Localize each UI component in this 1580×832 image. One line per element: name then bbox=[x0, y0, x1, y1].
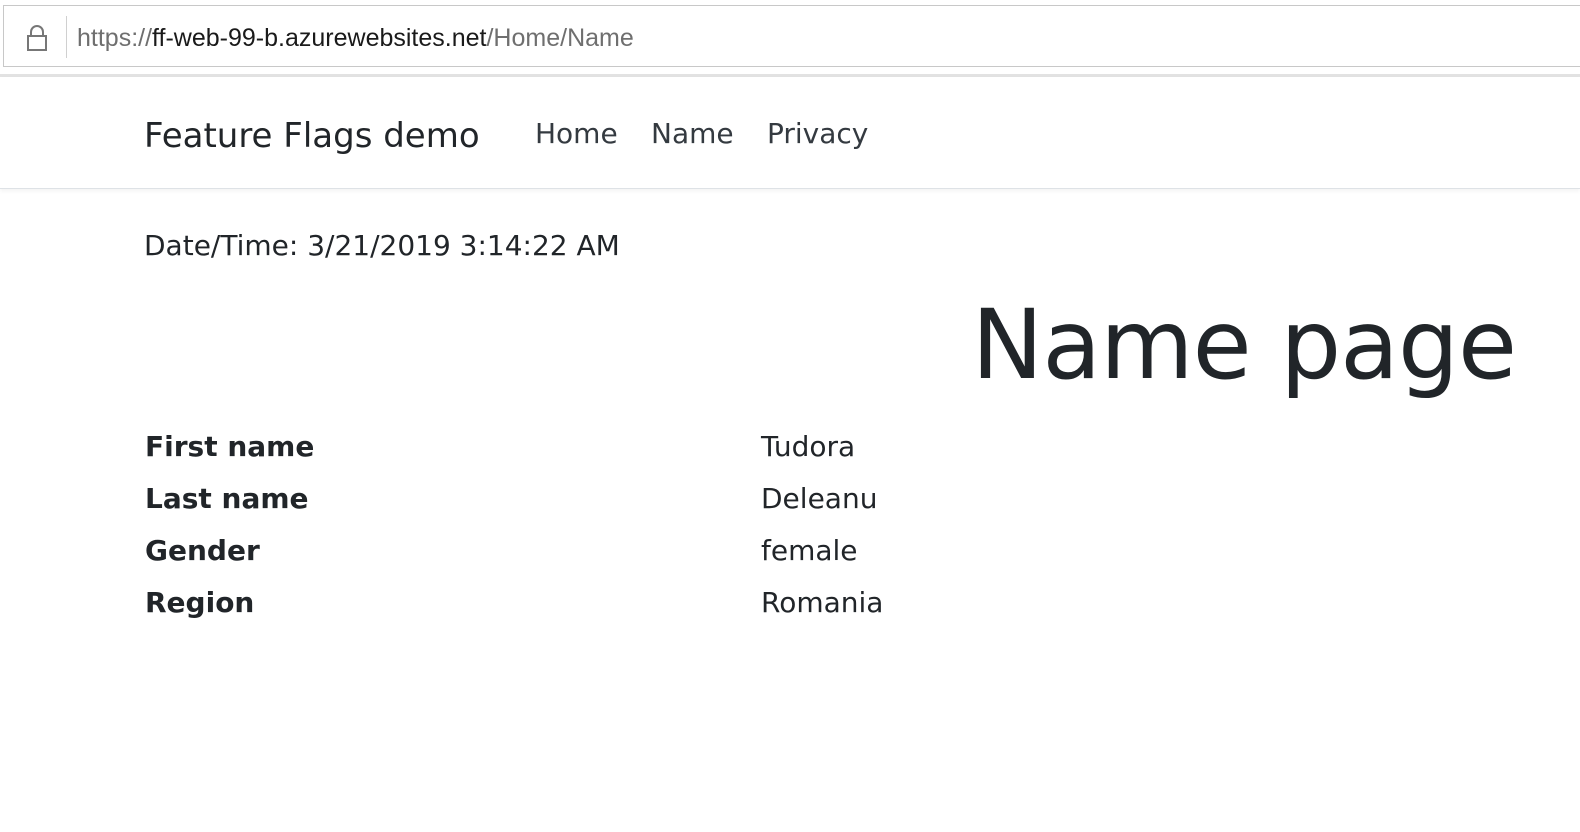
detail-row-region: Region Romania bbox=[145, 581, 1045, 633]
detail-value: Deleanu bbox=[761, 482, 878, 515]
address-divider bbox=[66, 16, 67, 58]
detail-label: First name bbox=[145, 430, 315, 463]
url-path: /Home/Name bbox=[486, 24, 634, 52]
detail-label: Region bbox=[145, 586, 255, 619]
url-protocol: https:// bbox=[77, 24, 153, 52]
lock-icon bbox=[27, 25, 47, 51]
navbar-brand[interactable]: Feature Flags demo bbox=[144, 116, 480, 156]
url-host: ff-web-99-b.azurewebsites.net bbox=[152, 24, 487, 52]
detail-value: Tudora bbox=[761, 430, 856, 463]
url-text[interactable]: https://ff-web-99-b.azurewebsites.net/Ho… bbox=[77, 22, 634, 54]
navbar: Feature Flags demo Home Name Privacy bbox=[0, 77, 1580, 189]
nav-link-home[interactable]: Home bbox=[535, 116, 618, 152]
page-title: Name page bbox=[971, 289, 1517, 401]
detail-label: Gender bbox=[145, 534, 260, 567]
detail-row-first-name: First name Tudora bbox=[145, 425, 1045, 477]
detail-value: Romania bbox=[761, 586, 884, 619]
detail-row-last-name: Last name Deleanu bbox=[145, 477, 1045, 529]
details-list: First name Tudora Last name Deleanu Gend… bbox=[145, 425, 1045, 633]
address-bar[interactable]: https://ff-web-99-b.azurewebsites.net/Ho… bbox=[3, 5, 1580, 67]
datetime-text: Date/Time: 3/21/2019 3:14:22 AM bbox=[144, 229, 620, 262]
detail-label: Last name bbox=[145, 482, 309, 515]
detail-row-gender: Gender female bbox=[145, 529, 1045, 581]
detail-value: female bbox=[761, 534, 858, 567]
nav-link-privacy[interactable]: Privacy bbox=[767, 116, 868, 152]
nav-link-name[interactable]: Name bbox=[651, 116, 734, 152]
